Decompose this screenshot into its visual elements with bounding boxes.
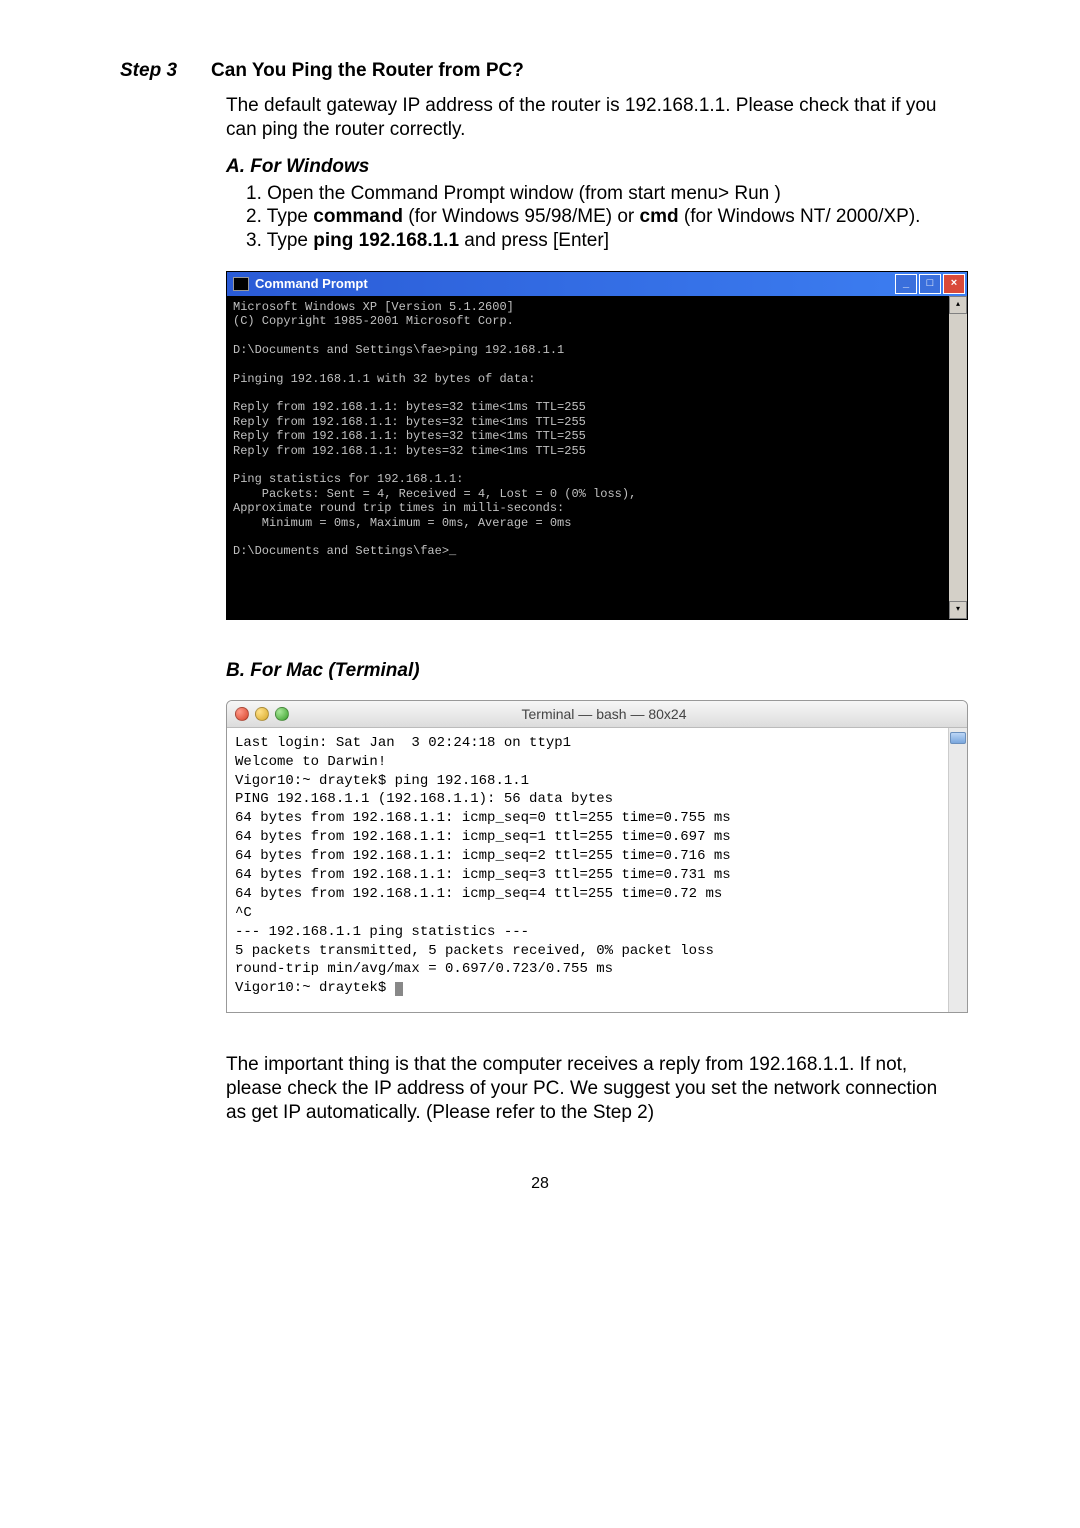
mac-scroll-thumb[interactable] (950, 732, 966, 744)
list-a-2b: command (313, 206, 403, 227)
mac-zoom-icon[interactable] (275, 707, 289, 721)
scroll-down-icon[interactable]: ▾ (949, 601, 967, 619)
mac-terminal: Terminal — bash — 80x24 Last login: Sat … (226, 700, 968, 1013)
cursor-icon (395, 982, 403, 996)
mac-terminal-body[interactable]: Last login: Sat Jan 3 02:24:18 on ttyp1 … (227, 728, 948, 1012)
mac-scrollbar[interactable] (948, 728, 967, 1012)
list-a-2c: (for Windows 95/98/ME) or (403, 206, 640, 227)
win-scrollbar[interactable]: ▴ ▾ (949, 296, 967, 619)
list-a-2a: 2. Type (246, 206, 313, 227)
list-a-1: 1. Open the Command Prompt window (from … (246, 183, 781, 204)
list-a-3c: and press [Enter] (459, 230, 609, 251)
close-button[interactable]: × (943, 274, 965, 294)
mac-close-icon[interactable] (235, 707, 249, 721)
list-a-2d: cmd (640, 206, 679, 227)
step-label: Step 3 (120, 60, 177, 82)
win-title: Command Prompt (255, 276, 895, 291)
section-a-title: A. For Windows (226, 156, 960, 178)
cmd-icon (233, 277, 249, 291)
scroll-up-icon[interactable]: ▴ (949, 296, 967, 314)
page-number: 28 (120, 1175, 960, 1193)
step-heading: Can You Ping the Router from PC? (211, 60, 524, 82)
mac-titlebar[interactable]: Terminal — bash — 80x24 (227, 701, 967, 728)
list-a: 1. Open the Command Prompt window (from … (246, 182, 960, 253)
mac-title: Terminal — bash — 80x24 (289, 706, 919, 722)
maximize-button[interactable]: □ (919, 274, 941, 294)
section-b-title: B. For Mac (Terminal) (226, 660, 960, 682)
minimize-button[interactable]: _ (895, 274, 917, 294)
list-a-3b: ping 192.168.1.1 (313, 230, 459, 251)
windows-command-prompt: Command Prompt _ □ × Microsoft Windows X… (226, 271, 968, 620)
win-titlebar[interactable]: Command Prompt _ □ × (227, 272, 967, 296)
mac-minimize-icon[interactable] (255, 707, 269, 721)
intro-text: The default gateway IP address of the ro… (226, 94, 960, 142)
list-a-2e: (for Windows NT/ 2000/XP). (679, 206, 921, 227)
win-terminal-body[interactable]: Microsoft Windows XP [Version 5.1.2600] … (227, 296, 949, 619)
closing-text: The important thing is that the computer… (226, 1053, 960, 1124)
list-a-3a: 3. Type (246, 230, 313, 251)
